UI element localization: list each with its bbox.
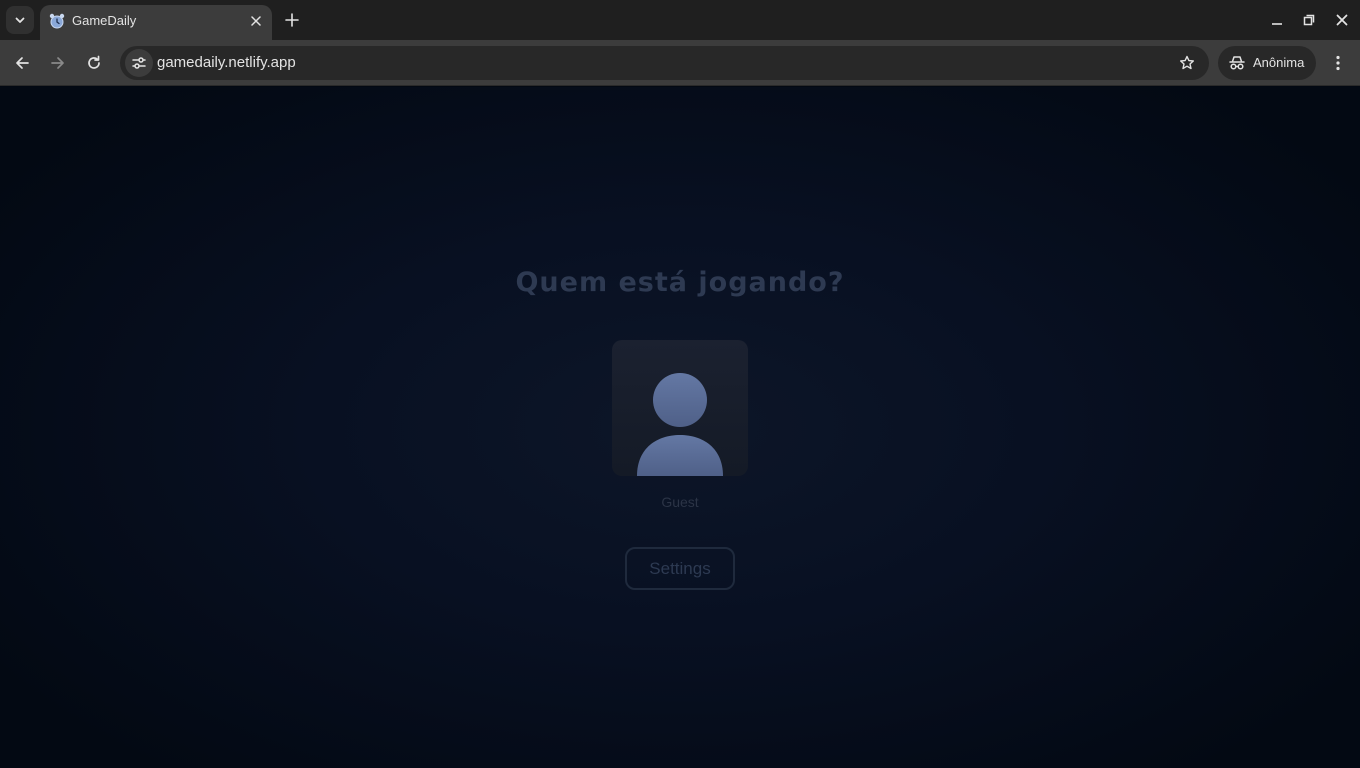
url-text: gamedaily.netlify.app [157,54,296,71]
incognito-icon [1229,56,1245,70]
site-info-button[interactable] [125,49,153,77]
reload-button[interactable] [80,49,108,77]
new-tab-button[interactable] [280,8,304,32]
restore-icon [1303,14,1315,26]
reload-icon [88,55,100,69]
minimize-button[interactable] [1265,8,1289,32]
close-icon [1336,14,1348,26]
profile-card-guest[interactable] [612,340,748,476]
window-close-button[interactable] [1330,8,1354,32]
tab-search-button[interactable] [6,6,34,34]
page-title: Quem está jogando? [515,267,845,298]
person-silhouette-icon [637,373,723,476]
restore-button[interactable] [1297,8,1321,32]
alarm-clock-icon [49,13,65,29]
arrow-left-icon [16,57,29,69]
arrow-right-icon [51,57,64,69]
back-button[interactable] [8,49,36,77]
active-tab[interactable]: GameDaily [40,5,272,40]
profile-name: Guest [661,494,699,510]
close-icon [251,16,261,26]
address-bar[interactable]: gamedaily.netlify.app [120,46,1209,80]
tune-icon [132,57,146,69]
plus-icon [285,13,299,27]
page-viewport: Quem está jogando? Guest Settings [0,87,1360,768]
browser-toolbar: gamedaily.netlify.app Anônima [0,40,1360,86]
browser-menu-button[interactable] [1326,49,1350,77]
incognito-profile-button[interactable]: Anônima [1218,46,1316,80]
forward-button[interactable] [44,49,72,77]
settings-button[interactable]: Settings [625,547,735,590]
incognito-label: Anônima [1253,55,1305,70]
more-vertical-icon [1336,55,1340,71]
tab-close-button[interactable] [246,11,266,31]
bookmark-button[interactable] [1177,53,1197,73]
tab-strip: GameDaily [0,0,1360,40]
chevron-down-icon [15,17,25,23]
tab-title: GameDaily [72,13,137,28]
star-icon [1180,55,1194,70]
minimize-icon [1272,23,1282,25]
